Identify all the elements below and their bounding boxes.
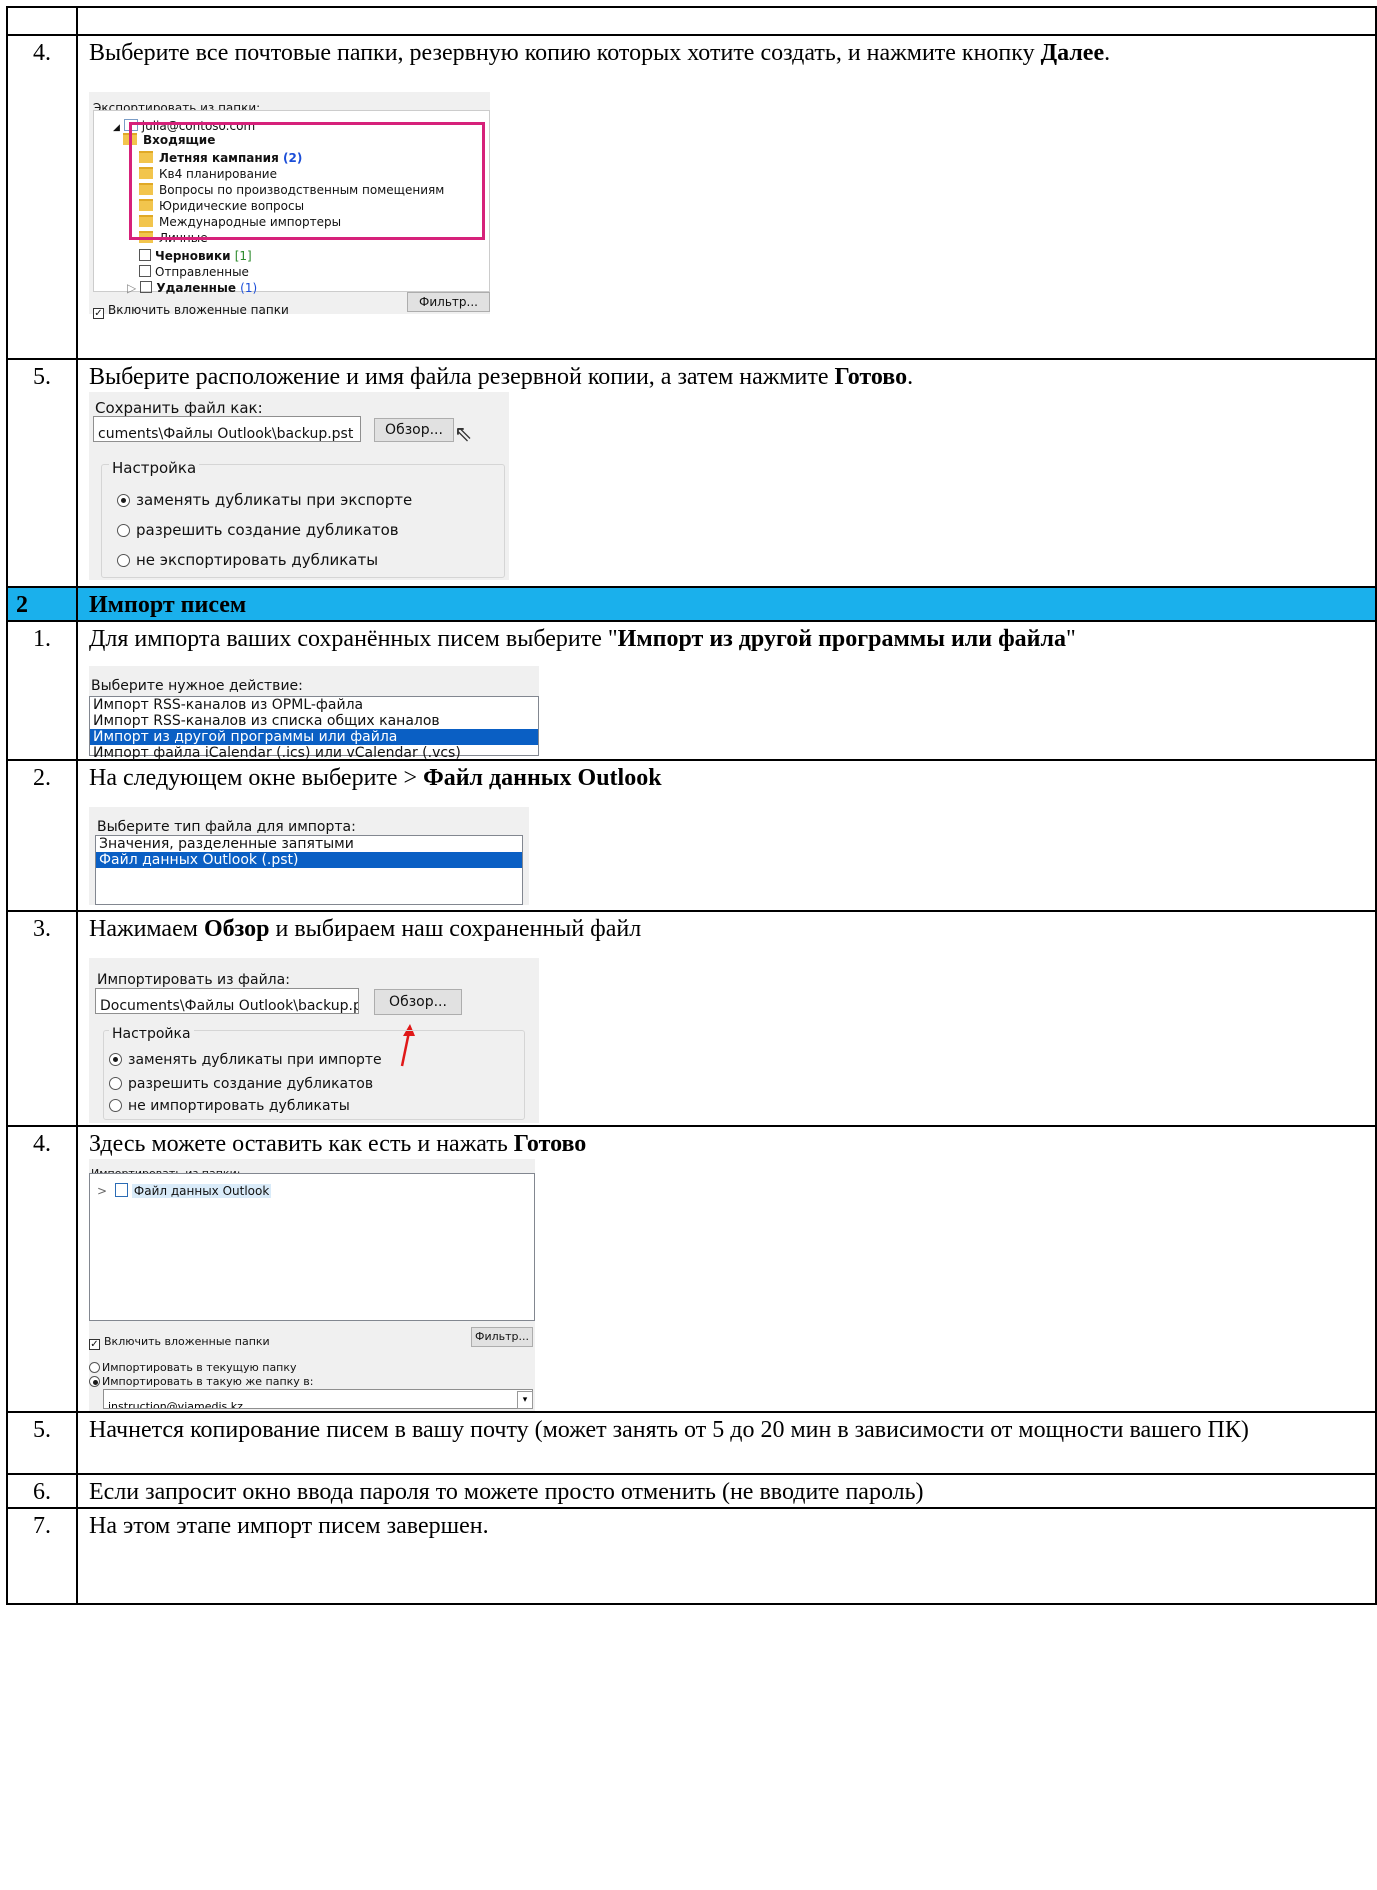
list-item-selected[interactable]: Файл данных Outlook (.pst): [96, 852, 522, 868]
section-header-row: 2 Импорт писем: [6, 586, 1377, 622]
radio-replace-duplicates[interactable]: заменять дубликаты при экспорте: [117, 486, 412, 515]
step-text: На этом этапе импорт писем завершен.: [76, 1507, 1377, 1605]
table-row: 1. Для импорта ваших сохранённых писем в…: [6, 620, 1377, 761]
step-text: Начнется копирование писем в вашу почту …: [76, 1411, 1377, 1475]
screenshot-import-file: Импортировать из файла: Documents\Файлы …: [89, 958, 539, 1123]
trash-icon: [140, 281, 153, 293]
instruction-table: 4. Выберите все почтовые папки, резервну…: [6, 6, 1377, 1605]
table-row: 7. На этом этапе импорт писем завершен.: [6, 1507, 1377, 1605]
list-item[interactable]: Значения, разделенные запятыми: [96, 836, 522, 852]
radio-allow-duplicates[interactable]: разрешить создание дубликатов: [117, 516, 399, 545]
screenshot-save-as: Сохранить файл как: cuments\Файлы Outloo…: [89, 392, 509, 580]
account-select[interactable]: instruction@viamedis.kz: [103, 1389, 533, 1409]
include-subfolders-checkbox[interactable]: ✓ Включить вложенные папки: [89, 1327, 270, 1356]
filter-button[interactable]: Фильтр...: [471, 1327, 533, 1347]
step-number: 5.: [6, 1411, 78, 1475]
selection-highlight-box: [129, 122, 485, 240]
save-path-field[interactable]: cuments\Файлы Outlook\backup.pst: [93, 416, 361, 442]
list-item[interactable]: Импорт RSS-каналов из списка общих канал…: [90, 713, 538, 729]
filetype-list[interactable]: Значения, разделенные запятыми Файл данн…: [95, 835, 523, 905]
browse-button[interactable]: Обзор...: [374, 989, 462, 1015]
account-select-area: instruction@viamedis.kz ▾: [89, 1387, 535, 1411]
radio-no-duplicates[interactable]: не экспортировать дубликаты: [117, 546, 378, 575]
step-number: 1.: [6, 620, 78, 761]
list-item-selected[interactable]: Импорт из другой программы или файла: [90, 729, 538, 745]
table-row: 5. Выберите расположение и имя файла рез…: [6, 358, 1377, 588]
step-text: Здесь можете оставить как есть и нажать …: [76, 1125, 1377, 1413]
section-number: 2: [6, 586, 78, 622]
settings-group-label: Настройка: [109, 454, 200, 483]
radio-icon: [117, 554, 130, 567]
step-number: 3.: [6, 910, 78, 1127]
step-text: Для импорта ваших сохранённых писем выбе…: [76, 620, 1377, 761]
step-number: 2.: [6, 759, 78, 912]
radio-icon: [109, 1099, 122, 1112]
table-row: 6. Если запросит окно ввода пароля то мо…: [6, 1473, 1377, 1509]
radio-selected-icon: [117, 494, 130, 507]
screenshot-import-folders: Импортировать из папки: > Файл данных Ou…: [89, 1159, 535, 1388]
radio-no-duplicates[interactable]: не импортировать дубликаты: [109, 1092, 350, 1121]
chevron-down-icon[interactable]: ▾: [517, 1391, 533, 1409]
table-row: 3. Нажимаем Обзор и выбираем наш сохране…: [6, 910, 1377, 1127]
step-number: 6.: [6, 1473, 78, 1509]
table-row: 4. Здесь можете оставить как есть и нажа…: [6, 1125, 1377, 1413]
radio-icon: [109, 1077, 122, 1090]
step-number: 4.: [6, 34, 78, 360]
step-text: На следующем окне выберите > Файл данных…: [76, 759, 1377, 912]
include-subfolders-checkbox[interactable]: ✓ Включить вложенные папки: [93, 296, 289, 325]
step-number: 7.: [6, 1507, 78, 1605]
screenshot-choose-filetype: Выберите тип файла для импорта: Значения…: [89, 807, 529, 905]
table-row: 2. На следующем окне выберите > Файл дан…: [6, 759, 1377, 912]
table-row-empty: [6, 6, 1377, 36]
filter-button[interactable]: Фильтр...: [407, 292, 490, 312]
pst-file-icon: [114, 1183, 128, 1197]
section-title: Импорт писем: [76, 586, 1377, 622]
screenshot-export-folders: Экспортировать из папки: ◢ julia@contoso…: [89, 92, 490, 319]
checkbox-checked-icon: ✓: [89, 1339, 100, 1350]
step-number: 4.: [6, 1125, 78, 1413]
action-list[interactable]: Импорт RSS-каналов из OPML-файла Импорт …: [89, 696, 539, 761]
import-path-field[interactable]: Documents\Файлы Outlook\backup.pst: [95, 988, 359, 1014]
cursor-icon: ⇖: [454, 422, 473, 447]
tree-item-datafile[interactable]: > Файл данных Outlook: [97, 1177, 272, 1206]
table-row: 5. Начнется копирование писем в вашу поч…: [6, 1411, 1377, 1475]
browse-button[interactable]: Обзор...: [374, 418, 454, 442]
list-item[interactable]: Импорт RSS-каналов из OPML-файла: [90, 697, 538, 713]
screenshot-choose-action: Выберите нужное действие: Импорт RSS-кан…: [89, 666, 539, 761]
radio-selected-icon: [89, 1376, 100, 1387]
radio-icon: [117, 524, 130, 537]
settings-group-label: Настройка: [109, 1020, 194, 1049]
step-text: Выберите все почтовые папки, резервную к…: [76, 34, 1377, 360]
step-text: Нажимаем Обзор и выбираем наш сохраненны…: [76, 910, 1377, 1127]
list-item[interactable]: Импорт файла iCalendar (.ics) или vCalen…: [90, 745, 538, 761]
step-number: 5.: [6, 358, 78, 588]
step-text: Выберите расположение и имя файла резерв…: [76, 358, 1377, 588]
radio-selected-icon: [109, 1053, 122, 1066]
step-text: Если запросит окно ввода пароля то может…: [76, 1473, 1377, 1509]
checkbox-checked-icon: ✓: [93, 308, 104, 319]
table-row: 4. Выберите все почтовые папки, резервну…: [6, 34, 1377, 360]
